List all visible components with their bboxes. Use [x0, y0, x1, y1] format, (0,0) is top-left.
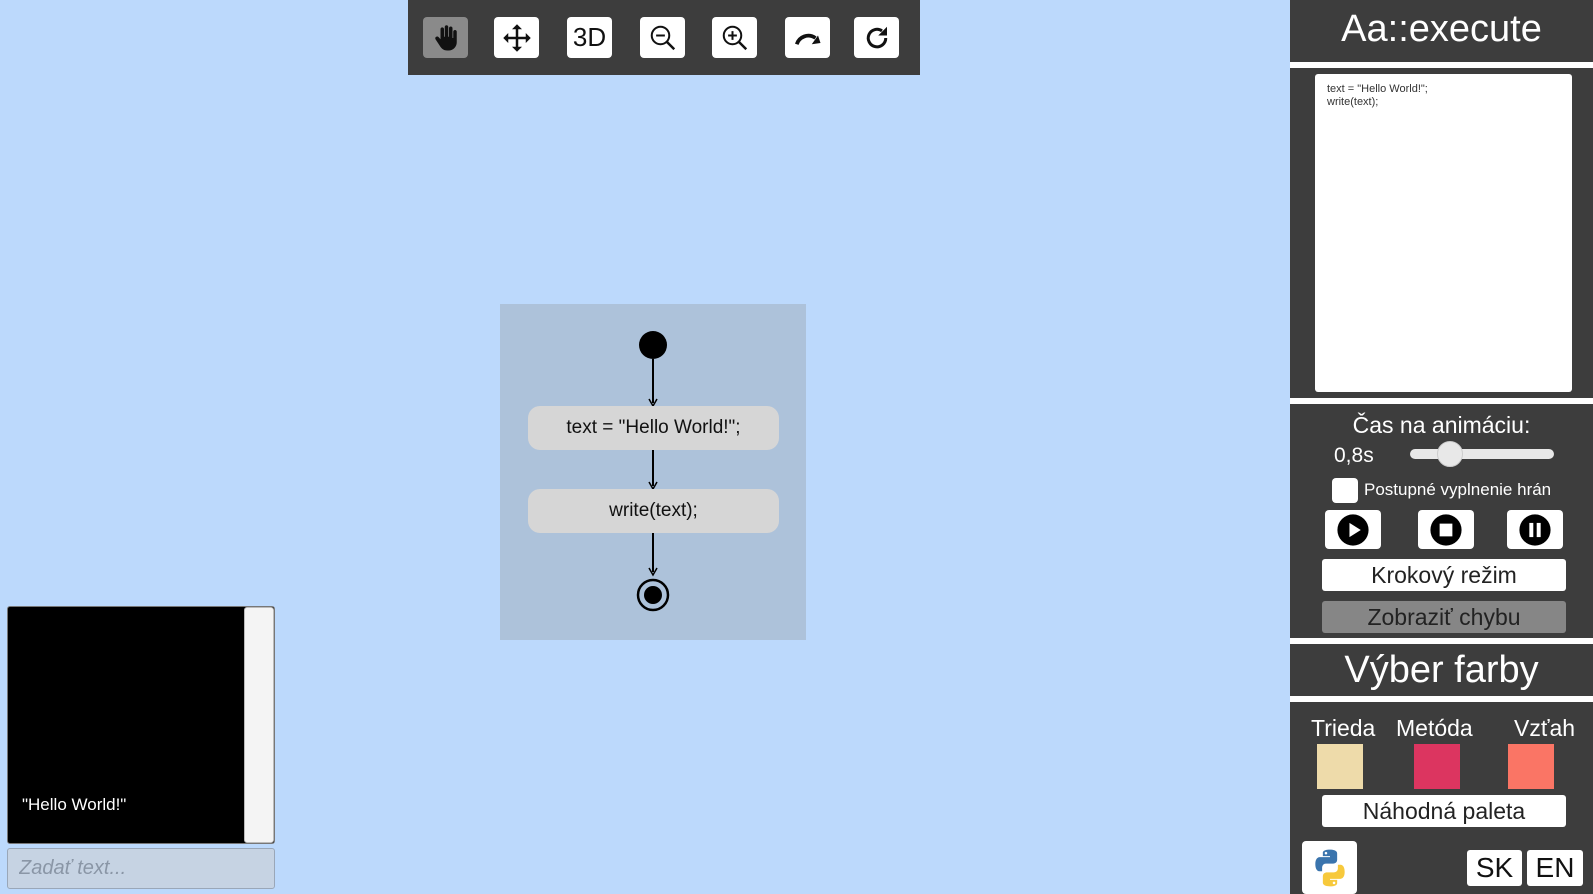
3d-label: 3D — [572, 22, 607, 52]
move-tool-button[interactable] — [494, 17, 539, 58]
animation-time-value: 0,8s — [1334, 444, 1374, 467]
divider — [1290, 398, 1593, 404]
activity-diagram[interactable]: text = "Hello World!"; write(text); — [500, 304, 806, 640]
stop-icon — [1430, 513, 1462, 546]
move-arrows-icon — [502, 23, 531, 52]
action-node-label: text = "Hello World!"; — [566, 417, 741, 438]
show-error-button[interactable]: Zobraziť chybu — [1322, 601, 1566, 633]
language-sk-button[interactable]: SK — [1467, 850, 1522, 886]
language-en-button[interactable]: EN — [1527, 850, 1583, 886]
final-node-dot — [644, 586, 662, 604]
python-logo-icon — [1314, 849, 1345, 886]
color-selection-title: Výber farby — [1344, 649, 1539, 691]
diagram-edges — [636, 331, 670, 612]
animation-slider-track[interactable] — [1410, 449, 1554, 459]
gradual-fill-checkbox[interactable] — [1332, 478, 1358, 503]
action-node-label: write(text); — [609, 500, 698, 521]
method-title: Aa::execute — [1341, 8, 1542, 50]
play-icon — [1337, 513, 1369, 546]
animation-slider-thumb[interactable] — [1437, 441, 1464, 467]
right-panel: Aa::execute text = "Hello World!"; write… — [1290, 0, 1593, 894]
console-scrollbar[interactable] — [244, 607, 274, 843]
3d-view-button[interactable]: 3D — [567, 17, 612, 58]
code-editor[interactable]: text = "Hello World!"; write(text); — [1315, 74, 1572, 392]
console-output-panel: "Hello World!" — [7, 606, 275, 844]
console-input[interactable] — [7, 848, 275, 889]
stop-button[interactable] — [1418, 510, 1474, 549]
divider — [1290, 638, 1593, 644]
zoom-out-button[interactable] — [640, 17, 685, 58]
color-label-class: Trieda — [1311, 715, 1376, 741]
relation-color-swatch[interactable] — [1508, 744, 1554, 789]
random-palette-button[interactable]: Náhodná paleta — [1322, 795, 1566, 827]
color-label-relation: Vzťah — [1514, 715, 1576, 741]
redo-arrow-icon — [794, 33, 820, 45]
class-color-swatch[interactable] — [1317, 744, 1363, 789]
gradual-fill-label: Postupné vyplnenie hrán — [1364, 480, 1552, 499]
play-button[interactable] — [1325, 510, 1381, 549]
console-output-text: "Hello World!" — [22, 795, 127, 814]
zoom-in-icon — [722, 25, 747, 50]
toolbar: 3D — [408, 0, 920, 75]
zoom-in-button[interactable] — [712, 17, 757, 58]
refresh-icon — [866, 26, 887, 48]
pause-icon — [1519, 513, 1551, 546]
redo-button[interactable] — [785, 17, 830, 58]
divider — [1290, 62, 1593, 68]
divider — [1290, 696, 1593, 702]
initial-node — [639, 331, 667, 359]
python-export-button[interactable] — [1302, 841, 1357, 894]
animation-time-label: Čas na animáciu: — [1352, 412, 1531, 438]
zoom-out-icon — [650, 25, 675, 50]
action-node-write[interactable]: write(text); — [528, 489, 779, 533]
hand-icon — [434, 24, 457, 50]
hand-tool-button[interactable] — [423, 17, 468, 58]
step-mode-button[interactable]: Krokový režim — [1322, 559, 1566, 591]
refresh-button[interactable] — [854, 17, 899, 58]
pause-button[interactable] — [1507, 510, 1563, 549]
method-color-swatch[interactable] — [1414, 744, 1460, 789]
color-label-method: Metóda — [1396, 715, 1473, 741]
action-node-assign[interactable]: text = "Hello World!"; — [528, 406, 779, 450]
